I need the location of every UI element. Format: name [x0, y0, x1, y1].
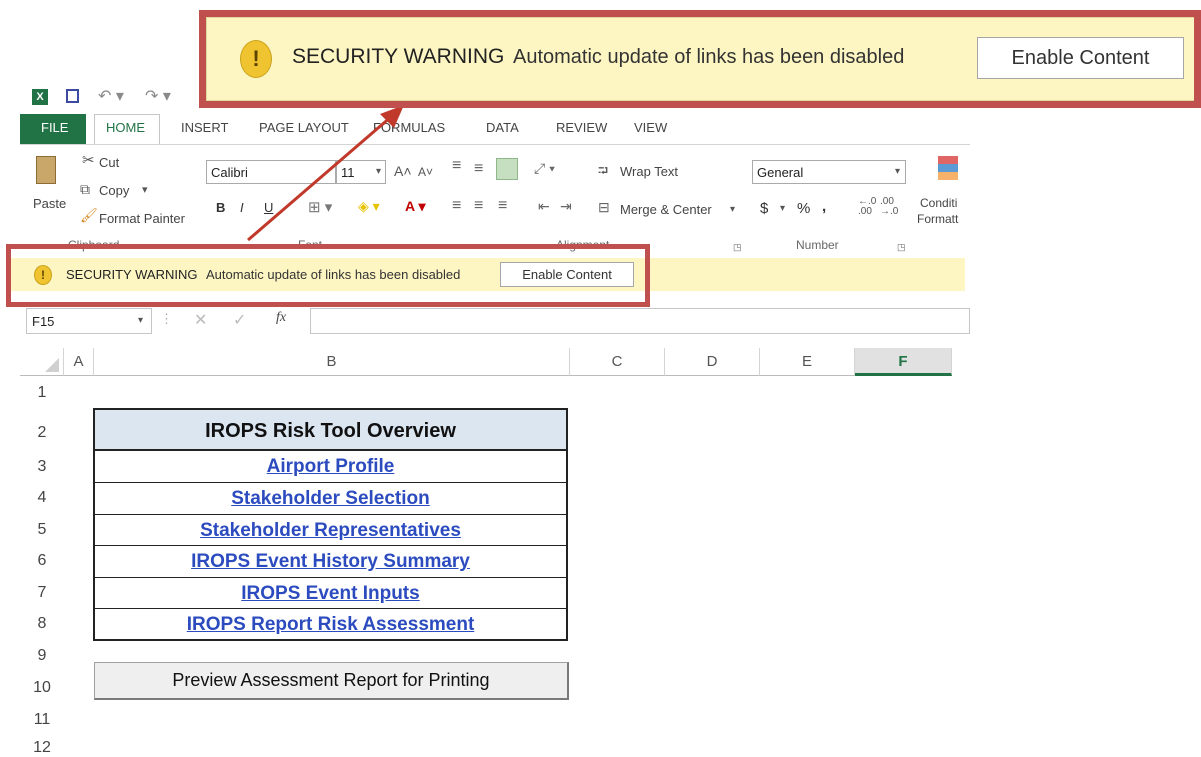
callout-arrow [247, 105, 404, 242]
zoom-highlight-frame [199, 10, 1201, 108]
